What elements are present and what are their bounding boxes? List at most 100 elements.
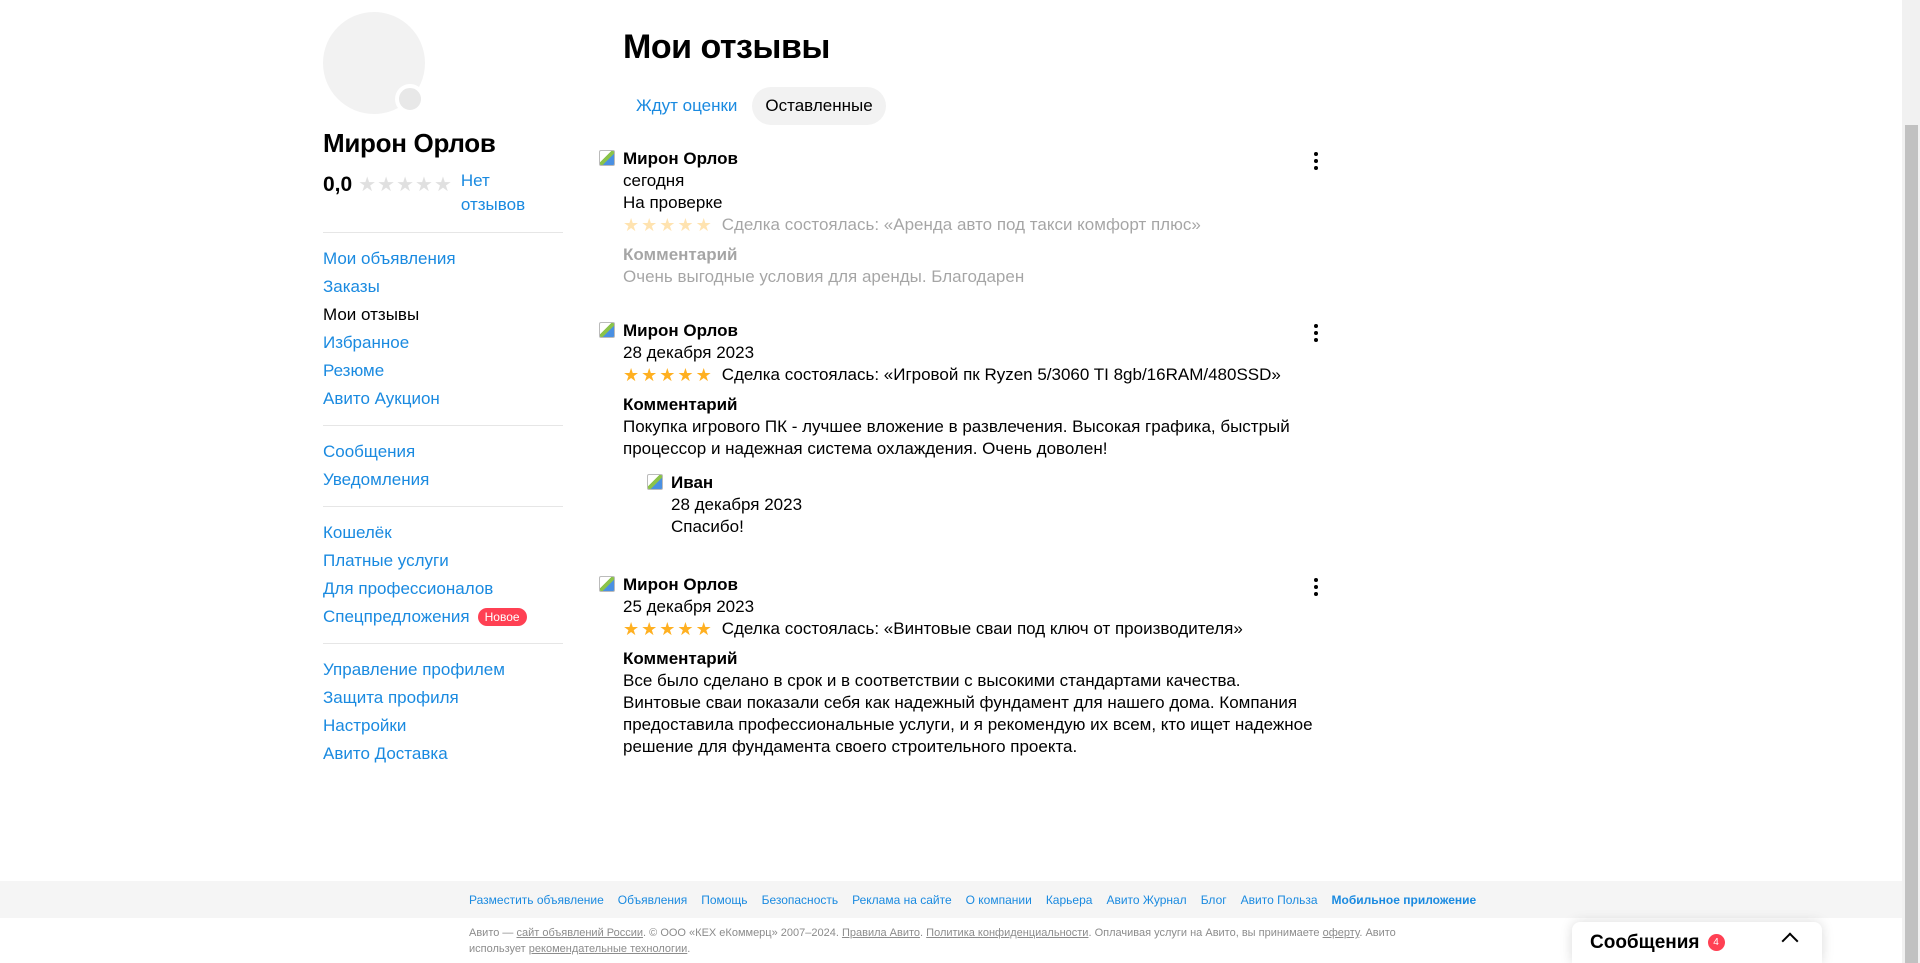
legal-link[interactable]: Политика конфиденциальности <box>926 927 1088 939</box>
footer-link[interactable]: Мобильное приложение <box>1332 893 1477 907</box>
main-content: Мои отзывы Ждут оценки Оставленные Мирон… <box>599 28 1323 756</box>
legal-link[interactable]: рекомендательные технологии <box>529 943 688 955</box>
divider <box>323 643 563 644</box>
sidebar-item[interactable]: Платные услуги <box>323 547 563 575</box>
review-body: ★ ★ ★ ★ ★ Сделка состоялась: «Аренда авто по… <box>623 214 1323 288</box>
deal-title: Сделка состоялась: «Аренда авто под такс… <box>721 215 1201 234</box>
footer-link[interactable]: Помощь <box>701 893 747 907</box>
star-icon: ★ <box>695 365 712 385</box>
avatar[interactable] <box>323 12 425 114</box>
sidebar-item[interactable]: Сообщения <box>323 438 563 466</box>
more-options-icon[interactable] <box>1309 152 1323 170</box>
review-author[interactable]: Мирон Орлов <box>623 574 1323 596</box>
comment-heading: Комментарий <box>623 245 738 264</box>
sidebar-item[interactable]: Заказы <box>323 273 563 301</box>
no-reviews-link[interactable]: Нет отзывов <box>461 169 541 217</box>
legal-link[interactable]: Правила Авито <box>842 927 920 939</box>
sidebar-item-label: Уведомления <box>323 470 430 489</box>
sidebar-item[interactable]: Уведомления <box>323 466 563 494</box>
footer-legal: Авито — сайт объявлений России. © ООО «К… <box>469 925 1419 957</box>
footer-link[interactable]: Разместить объявление <box>469 893 604 907</box>
footer-link[interactable]: Блог <box>1201 893 1227 907</box>
tab-left[interactable]: Оставленные <box>752 87 886 125</box>
unread-count-badge: 4 <box>1707 934 1725 951</box>
messenger-widget[interactable]: Сообщения 4 <box>1572 922 1822 963</box>
legal-link[interactable]: сайт объявлений России <box>516 927 643 939</box>
comment-text: Очень выгодные условия для аренды. Благо… <box>623 267 1025 286</box>
sidebar-nav-group: Кошелёк Платные услуги Для профессионалов С… <box>323 519 563 631</box>
sidebar-item[interactable]: Спецпредложения Новое <box>323 603 563 631</box>
divider <box>323 506 563 507</box>
sidebar-item[interactable]: Управление профилем <box>323 656 563 684</box>
footer-link[interactable]: Карьера <box>1046 893 1093 907</box>
footer-link[interactable]: Безопасность <box>762 893 839 907</box>
sidebar-item[interactable]: Авито Аукцион <box>323 385 563 413</box>
sidebar-item[interactable]: Авито Доставка <box>323 740 563 768</box>
footer-link[interactable]: Реклама на сайте <box>852 893 952 907</box>
sidebar-item-label: Сообщения <box>323 442 416 461</box>
sidebar: Мирон Орлов 0,0 ★ ★ ★ ★ ★ Нет отзывов Мо… <box>323 12 563 768</box>
author-avatar[interactable] <box>599 150 615 166</box>
review-date: 28 декабря 2023 <box>623 343 755 362</box>
sidebar-item-label: Платные услуги <box>323 551 449 570</box>
comment-text: Покупка игрового ПК - лучшее вложение в … <box>623 417 1290 458</box>
reply-author[interactable]: Иван <box>671 472 1323 494</box>
legal-text: . <box>687 943 691 955</box>
star-icon: ★ <box>695 215 712 235</box>
sidebar-item[interactable]: Настройки <box>323 712 563 740</box>
deal-row: ★ ★ ★ ★ ★ Сделка состоялась: «Аренда авто по… <box>623 214 1323 236</box>
more-options-icon[interactable] <box>1309 578 1323 596</box>
sidebar-item[interactable]: Избранное <box>323 329 563 357</box>
chevron-up-icon[interactable] <box>1781 932 1799 950</box>
sidebar-item-label: Резюме <box>323 361 385 380</box>
star-icon: ★ <box>659 215 676 235</box>
rating-row: 0,0 ★ ★ ★ ★ ★ Нет отзывов <box>323 169 563 217</box>
star-icon: ★ <box>641 619 658 639</box>
star-icon: ★ <box>659 365 676 385</box>
review-author[interactable]: Мирон Орлов <box>623 148 1323 170</box>
sidebar-item-label: Управление профилем <box>323 660 505 679</box>
review-card: Мирон Орлов 28 декабря 2023 ★ ★ ★ ★ ★ Сделка… <box>599 320 1323 538</box>
divider <box>323 425 563 426</box>
review-author[interactable]: Мирон Орлов <box>623 320 1323 342</box>
author-avatar[interactable] <box>599 322 615 338</box>
review-stars: ★ ★ ★ ★ ★ <box>623 618 714 640</box>
author-avatar[interactable] <box>599 576 615 592</box>
star-icon: ★ <box>623 619 640 639</box>
tab-awaiting[interactable]: Ждут оценки <box>623 87 750 125</box>
review-card: Мирон Орлов сегодня На проверке ★ ★ ★ ★ ★ Сд… <box>599 148 1323 288</box>
legal-text: . Оплачивая услуги на Авито, вы принимае… <box>1088 927 1323 939</box>
sidebar-item[interactable]: Мои объявления <box>323 245 563 273</box>
sidebar-item[interactable]: Защита профиля <box>323 684 563 712</box>
sidebar-item-label: Избранное <box>323 333 410 352</box>
legal-text: . © ООО «КЕХ еКоммерц» 2007–2024. <box>643 927 842 939</box>
sidebar-item-label: Кошелёк <box>323 523 392 542</box>
scrollbar-thumb[interactable] <box>1905 125 1918 963</box>
review-date: сегодня <box>623 171 685 190</box>
footer-link[interactable]: Объявления <box>618 893 687 907</box>
comment-text: Все было сделано в срок и в соответствии… <box>623 671 1313 756</box>
review-card: Мирон Орлов 25 декабря 2023 ★ ★ ★ ★ ★ Сделка… <box>599 574 1323 758</box>
sidebar-item[interactable]: Кошелёк <box>323 519 563 547</box>
sidebar-item[interactable]: Для профессионалов <box>323 575 563 603</box>
star-icon: ★ <box>677 619 694 639</box>
sidebar-item[interactable]: Мои отзывы <box>323 301 563 329</box>
footer-link[interactable]: Авито Журнал <box>1106 893 1186 907</box>
footer-link[interactable]: Авито Польза <box>1241 893 1318 907</box>
new-badge: Новое <box>477 608 527 626</box>
more-options-icon[interactable] <box>1309 324 1323 342</box>
comment-heading: Комментарий <box>623 395 738 414</box>
legal-link[interactable]: оферту <box>1323 927 1360 939</box>
footer-link[interactable]: О компании <box>966 893 1032 907</box>
review-stars: ★ ★ ★ ★ ★ <box>623 214 714 236</box>
rating-value: 0,0 <box>323 173 353 196</box>
review-date: 25 декабря 2023 <box>623 597 755 616</box>
sidebar-item[interactable]: Резюме <box>323 357 563 385</box>
deal-row: ★ ★ ★ ★ ★ Сделка состоялась: «Винтовые сваи … <box>623 618 1323 640</box>
sidebar-item-label: Мои отзывы <box>323 305 420 324</box>
sidebar-item-label: Мои объявления <box>323 249 456 268</box>
star-icon: ★ <box>396 174 415 196</box>
reply-avatar[interactable] <box>647 474 663 490</box>
sidebar-nav-group: Сообщения Уведомления <box>323 438 563 494</box>
star-icon: ★ <box>695 619 712 639</box>
